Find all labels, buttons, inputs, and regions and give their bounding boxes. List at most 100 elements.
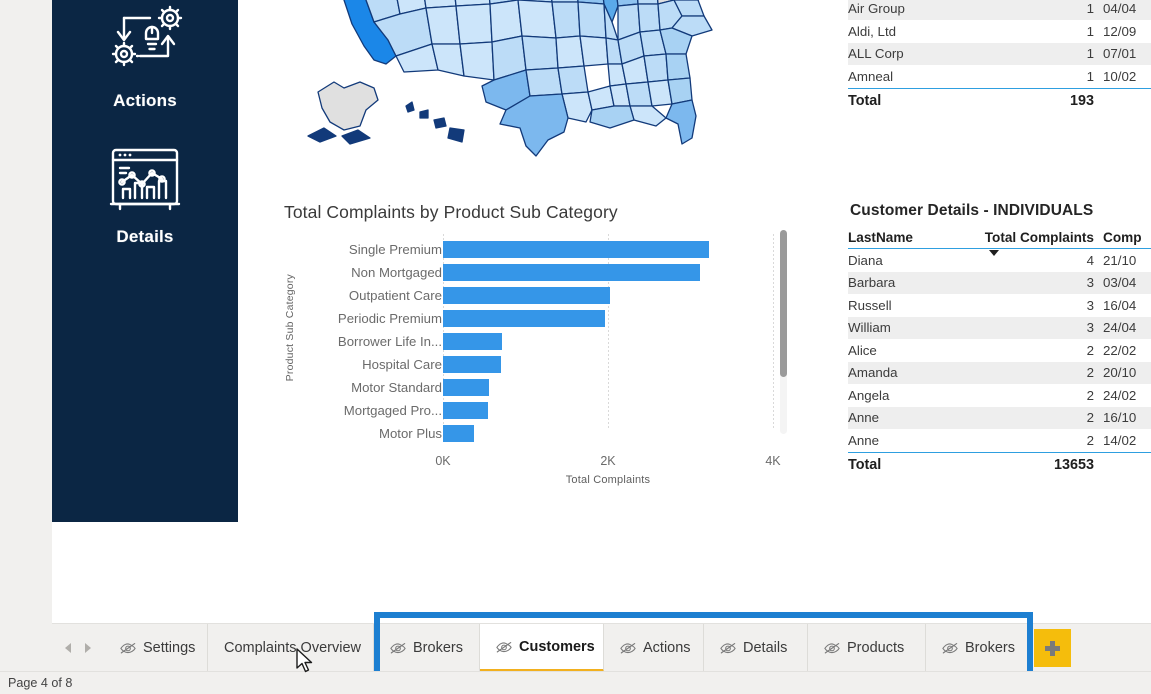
cell-date: 04/04: [1103, 1, 1137, 17]
chart-bar[interactable]: [443, 425, 475, 442]
table-row[interactable]: Air Group 1 04/04: [848, 0, 1151, 20]
table-row[interactable]: Russell 3 16/04: [848, 294, 1151, 317]
y-axis-tick-label: Hospital Care: [362, 357, 442, 372]
table-row[interactable]: Anne 2 16/10: [848, 406, 1151, 429]
chart-bar-row[interactable]: [443, 238, 773, 261]
next-page-icon[interactable]: [85, 643, 91, 653]
chart-bar-row[interactable]: [443, 261, 773, 284]
chart-scrollbar-thumb[interactable]: [780, 230, 787, 377]
table-row[interactable]: Amneal 1 10/02: [848, 65, 1151, 88]
mouse-cursor: [296, 648, 313, 673]
hidden-page-eye-slash-icon: [620, 642, 636, 654]
column-header-total-complaints[interactable]: Total Complaints: [976, 230, 1094, 256]
sidebar-item-details[interactable]: Details: [52, 144, 238, 247]
plus-icon: [1045, 640, 1060, 656]
us-choropleth-map-icon: [307, 0, 713, 157]
cell-name: Diana: [848, 252, 883, 268]
chart-bar-row[interactable]: [443, 399, 773, 422]
page-tab-actions[interactable]: Actions: [604, 624, 704, 672]
table-row[interactable]: William 3 24/04: [848, 316, 1151, 339]
chart-bar-row[interactable]: [443, 376, 773, 399]
chart-bar[interactable]: [443, 241, 710, 258]
companies-table[interactable]: A Ltd110/10Accra-Pac,127/09Accra-Pac,127…: [848, 0, 1151, 114]
cell-name: Amneal: [848, 68, 894, 84]
chart-bar-row[interactable]: [443, 284, 773, 307]
left-navigation-pane: Actions Details: [52, 0, 238, 522]
chart-bar[interactable]: [443, 402, 488, 419]
chart-bar[interactable]: [443, 287, 610, 304]
table-row[interactable]: Amanda 2 20/10: [848, 361, 1151, 384]
chart-bar[interactable]: [443, 356, 501, 373]
cell-count: 1: [1086, 46, 1094, 62]
page-tab-brokers[interactable]: Brokers: [374, 624, 480, 672]
cell-date: 20/10: [1103, 365, 1137, 381]
page-tab-customers[interactable]: Customers: [480, 624, 604, 672]
page-tab-label: Products: [847, 640, 905, 656]
individuals-table[interactable]: Customer Details - INDIVIDUALS LastName …: [848, 202, 1151, 478]
hidden-page-eye-slash-icon: [120, 642, 136, 654]
chart-bars[interactable]: [443, 238, 773, 445]
cell-date: 12/09: [1103, 23, 1137, 39]
cell-name: Russell: [848, 297, 892, 313]
total-label: Total: [848, 93, 882, 109]
cell-count: 2: [1086, 387, 1094, 403]
cell-name: ALL Corp: [848, 46, 904, 62]
cell-name: William: [848, 320, 891, 336]
cell-date: 14/02: [1103, 432, 1137, 448]
page-tab-brokers[interactable]: Brokers: [926, 624, 1032, 672]
sidebar-item-label: Actions: [113, 91, 177, 110]
cell-count: 2: [1086, 432, 1094, 448]
individuals-table-header[interactable]: LastName Total Complaints Comp: [848, 230, 1151, 256]
cell-date: 21/10: [1103, 252, 1137, 268]
y-axis-tick-label: Motor Standard: [351, 380, 442, 395]
cell-name: Air Group: [848, 1, 905, 17]
table-row[interactable]: Anne 2 14/02: [848, 429, 1151, 452]
hidden-page-eye-slash-icon: [390, 642, 406, 654]
cell-count: 3: [1086, 297, 1094, 313]
status-bar: Page 4 of 8: [0, 671, 1151, 694]
sidebar-item-actions[interactable]: Actions: [52, 4, 238, 111]
table-row[interactable]: Angela 2 24/02: [848, 384, 1151, 407]
table-row[interactable]: Barbara 3 03/04: [848, 271, 1151, 294]
page-tab-settings[interactable]: Settings: [104, 624, 208, 672]
individuals-table-title: Customer Details - INDIVIDUALS: [850, 202, 1094, 219]
page-tab-complaints-overview[interactable]: Complaints Overview: [208, 624, 374, 672]
chart-bar[interactable]: [443, 310, 605, 327]
column-header-lastname[interactable]: LastName: [848, 230, 976, 245]
y-axis-tick-label: Single Premium: [348, 242, 442, 257]
chart-bar[interactable]: [443, 333, 502, 350]
individuals-table-total-row: Total 13653: [848, 451, 1151, 478]
chart-bar-row[interactable]: [443, 307, 773, 330]
map-visual[interactable]: [300, 0, 730, 160]
cell-date: 10/02: [1103, 68, 1137, 84]
page-tab-products[interactable]: Products: [808, 624, 926, 672]
page-nav-arrows: [52, 624, 105, 672]
hidden-page-eye-slash-icon: [720, 642, 736, 654]
page-tab-details[interactable]: Details: [704, 624, 808, 672]
cell-name: Angela: [848, 387, 890, 403]
chart-bar-row[interactable]: [443, 422, 773, 445]
x-axis-tick-labels: 0K 2K 4K: [363, 454, 783, 470]
bar-chart-visual[interactable]: Total Complaints by Product Sub Category…: [262, 196, 807, 514]
x-axis-tick-label: 0K: [435, 454, 451, 468]
chart-bar[interactable]: [443, 379, 490, 396]
add-page-button[interactable]: [1034, 629, 1071, 667]
cell-date: 16/04: [1103, 297, 1137, 313]
y-axis-tick-label: Motor Plus: [378, 426, 442, 441]
table-row[interactable]: ALL Corp 1 07/01: [848, 42, 1151, 65]
chart-bar-row[interactable]: [443, 353, 773, 376]
y-axis-tick-labels: Single Premium Non Mortgaged Outpatient Ca…: [302, 238, 442, 445]
table-row[interactable]: Aldi, Ltd 1 12/09: [848, 20, 1151, 43]
x-axis-title: Total Complaints: [565, 474, 651, 486]
cell-count: 1: [1086, 1, 1094, 17]
individuals-table-body[interactable]: Diana 4 21/10 Barbara 3 03/04 Russell 3 16/04 Wil…: [848, 249, 1151, 452]
previous-page-icon[interactable]: [65, 643, 71, 653]
table-row[interactable]: Diana 4 21/10: [848, 249, 1151, 272]
companies-table-body[interactable]: A Ltd110/10Accra-Pac,127/09Accra-Pac,127…: [848, 0, 1151, 88]
chart-bar[interactable]: [443, 264, 701, 281]
y-axis-title: Product Sub Category: [284, 274, 296, 382]
chart-bar-row[interactable]: [443, 330, 773, 353]
column-header-complaint-date[interactable]: Comp: [1094, 230, 1151, 245]
chart-scrollbar[interactable]: [780, 230, 787, 434]
table-row[interactable]: Alice 2 22/02: [848, 339, 1151, 362]
